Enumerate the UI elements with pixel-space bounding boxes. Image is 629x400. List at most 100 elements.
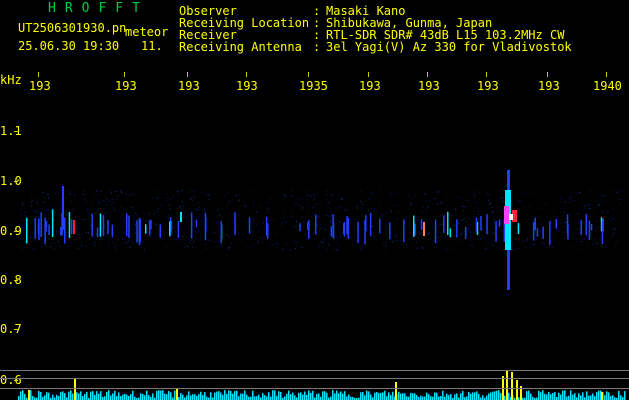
signal-streak: [138, 218, 141, 245]
noise-speck: [181, 201, 183, 203]
amplitude-bar: [542, 390, 544, 400]
noise-speck: [320, 228, 322, 229]
noise-speck: [230, 221, 231, 223]
amplitude-bar: [598, 390, 600, 400]
amplitude-bar: [440, 395, 442, 400]
noise-speck: [454, 225, 456, 227]
noise-speck: [601, 245, 602, 247]
noise-speck: [302, 207, 304, 209]
noise-speck: [502, 211, 503, 213]
noise-speck: [25, 235, 27, 237]
noise-speck: [55, 192, 57, 194]
noise-speck: [360, 248, 362, 250]
noise-speck: [583, 238, 585, 240]
noise-speck: [339, 235, 341, 237]
noise-speck: [437, 191, 439, 193]
noise-speck: [225, 234, 227, 236]
noise-speck: [47, 193, 49, 195]
noise-speck: [326, 190, 327, 192]
noise-speck: [360, 191, 361, 193]
amplitude-bar: [526, 391, 528, 400]
noise-speck: [122, 243, 124, 245]
noise-speck: [550, 218, 552, 220]
amplitude-bar: [68, 391, 70, 400]
noise-speck: [253, 225, 255, 227]
noise-speck: [184, 212, 186, 214]
noise-speck: [338, 246, 340, 248]
amplitude-bar: [278, 391, 280, 400]
noise-speck: [450, 248, 452, 250]
noise-speck: [354, 194, 356, 196]
noise-speck: [57, 191, 59, 193]
amplitude-bar: [110, 395, 112, 400]
noise-speck: [319, 203, 321, 205]
amplitude-bar: [304, 391, 306, 400]
amplitude-bar: [196, 395, 198, 400]
noise-speck: [492, 244, 494, 246]
amplitude-peak: [395, 382, 397, 400]
noise-speck: [598, 205, 600, 206]
noise-speck: [213, 241, 215, 243]
amplitude-bar: [224, 390, 226, 400]
amplitude-bar: [64, 393, 66, 400]
amplitude-bar: [496, 390, 498, 400]
signal-streak: [347, 218, 350, 239]
amplitude-bar: [124, 393, 126, 400]
amplitude-bar: [454, 394, 456, 400]
noise-speck: [32, 200, 33, 202]
signal-streak: [195, 219, 198, 228]
noise-speck: [444, 215, 446, 217]
amplitude-bar: [244, 390, 246, 400]
noise-speck: [250, 237, 251, 239]
amplitude-bar: [46, 392, 48, 400]
amplitude-bar: [56, 394, 58, 400]
noise-speck: [612, 190, 614, 192]
noise-speck: [442, 223, 444, 225]
noise-speck: [461, 197, 463, 199]
noise-speck: [168, 217, 170, 219]
noise-speck: [37, 211, 39, 213]
noise-speck: [560, 223, 562, 225]
noise-speck: [419, 232, 421, 234]
noise-speck: [443, 248, 445, 250]
noise-speck: [446, 193, 448, 195]
amplitude-bar: [222, 394, 224, 400]
noise-speck: [497, 238, 498, 240]
amplitude-bar: [336, 390, 338, 400]
amplitude-bar: [170, 392, 172, 400]
signal-streak: [389, 222, 391, 240]
noise-speck: [100, 243, 102, 245]
noise-speck: [601, 210, 603, 212]
noise-speck: [78, 233, 80, 235]
amplitude-bar: [174, 390, 176, 400]
noise-speck: [232, 229, 234, 231]
signal-streak: [495, 221, 497, 242]
noise-speck: [616, 240, 618, 242]
noise-speck: [119, 216, 121, 217]
noise-speck: [547, 229, 549, 231]
noise-speck: [106, 204, 107, 206]
noise-speck: [348, 209, 350, 211]
signal-streak: [136, 220, 138, 243]
noise-speck: [35, 217, 37, 219]
noise-speck: [206, 247, 208, 249]
amplitude-bar: [416, 395, 418, 400]
noise-speck: [456, 196, 458, 198]
noise-speck: [296, 221, 298, 222]
noise-speck: [22, 248, 24, 250]
noise-speck: [328, 244, 330, 246]
noise-speck: [325, 249, 327, 251]
amplitude-bar: [32, 395, 34, 400]
time-tick-mark: [246, 72, 247, 77]
amplitude-bar: [162, 390, 164, 400]
amplitude-bar: [148, 395, 150, 400]
noise-speck: [429, 232, 430, 234]
spectrogram-plot: [14, 72, 626, 400]
noise-speck: [563, 231, 565, 233]
amplitude-bar: [308, 390, 310, 400]
time-tick-mark: [427, 72, 428, 77]
noise-speck: [318, 246, 320, 248]
noise-speck: [104, 227, 106, 229]
noise-speck: [612, 234, 614, 236]
noise-speck: [619, 198, 621, 200]
